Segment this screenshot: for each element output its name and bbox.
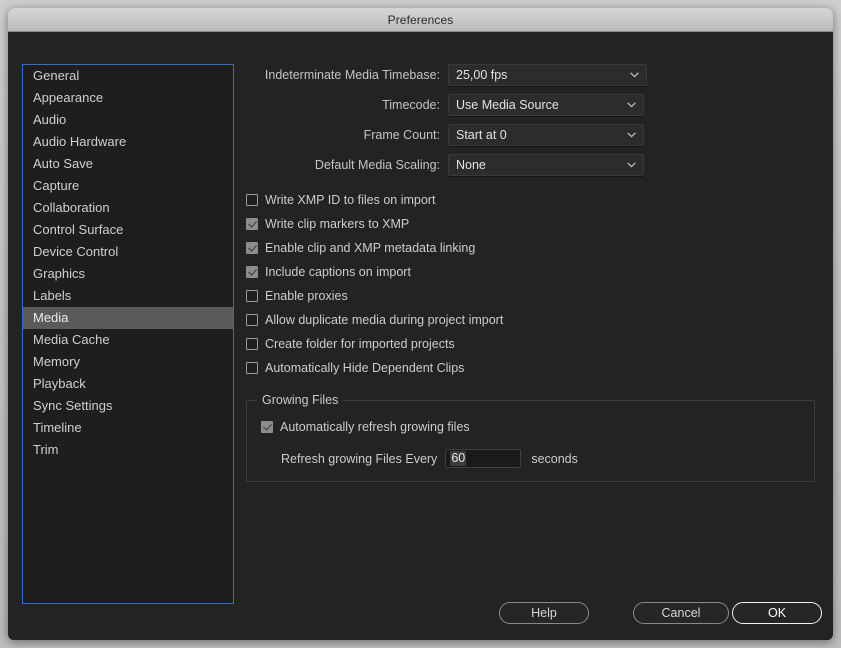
chevron-down-icon xyxy=(626,72,642,78)
checkbox-label: Create folder for imported projects xyxy=(265,337,455,351)
refresh-interval-unit: seconds xyxy=(531,451,578,466)
cancel-button[interactable]: Cancel xyxy=(633,602,729,624)
sidebar-item-trim[interactable]: Trim xyxy=(23,439,233,461)
checkbox-create-folder-for-imported-projects[interactable]: Create folder for imported projects xyxy=(246,332,821,356)
dropdown-timecode[interactable]: Use Media Source xyxy=(448,94,644,116)
sidebar-item-collaboration[interactable]: Collaboration xyxy=(23,197,233,219)
window-titlebar: Preferences xyxy=(8,8,833,32)
checkbox-box-icon xyxy=(246,314,258,326)
checkbox-box-icon xyxy=(246,242,258,254)
sidebar-item-control-surface[interactable]: Control Surface xyxy=(23,219,233,241)
dropdown-value: Use Media Source xyxy=(456,98,559,112)
checkbox-label: Include captions on import xyxy=(265,265,411,279)
checkbox-box-icon xyxy=(246,362,258,374)
checkbox-group: Write XMP ID to files on import Write cli… xyxy=(246,188,821,380)
sidebar-item-media-cache[interactable]: Media Cache xyxy=(23,329,233,351)
sidebar-item-playback[interactable]: Playback xyxy=(23,373,233,395)
chevron-down-icon xyxy=(623,162,639,168)
checkbox-label: Enable clip and XMP metadata linking xyxy=(265,241,476,255)
sidebar-item-audio[interactable]: Audio xyxy=(23,109,233,131)
refresh-interval-label: Refresh growing Files Every xyxy=(281,451,438,466)
growing-files-legend: Growing Files xyxy=(257,393,344,407)
window-title: Preferences xyxy=(387,12,454,27)
dropdown-value: 25,00 fps xyxy=(456,68,508,82)
dropdown-value: Start at 0 xyxy=(456,128,507,142)
checkbox-automatically-hide-dependent-clips[interactable]: Automatically Hide Dependent Clips xyxy=(246,356,821,380)
dropdown-indeterminate-media-timebase[interactable]: 25,00 fps xyxy=(448,64,647,86)
checkbox-write-xmp-id-to-files-on-import[interactable]: Write XMP ID to files on import xyxy=(246,188,821,212)
sidebar-item-graphics[interactable]: Graphics xyxy=(23,263,233,285)
growing-files-group: Growing Files Automatically refresh grow… xyxy=(246,393,815,482)
media-settings-pane: Indeterminate Media Timebase: 25,00 fps Ti… xyxy=(246,64,821,482)
dropdown-group: Indeterminate Media Timebase: 25,00 fps Ti… xyxy=(246,64,821,176)
chevron-down-icon xyxy=(623,102,639,108)
checkbox-box-icon xyxy=(246,338,258,350)
dropdown-row: Indeterminate Media Timebase: 25,00 fps xyxy=(246,64,821,86)
checkbox-allow-duplicate-media-during-project-import[interactable]: Allow duplicate media during project imp… xyxy=(246,308,821,332)
dropdown-row: Frame Count: Start at 0 xyxy=(246,124,821,146)
dropdown-label: Timecode: xyxy=(382,98,440,112)
ok-button[interactable]: OK xyxy=(732,602,822,624)
dropdown-value: None xyxy=(456,158,486,172)
checkbox-label: Write XMP ID to files on import xyxy=(265,193,436,207)
sidebar-item-memory[interactable]: Memory xyxy=(23,351,233,373)
growing-files-body: Automatically refresh growing files Refr… xyxy=(247,401,814,468)
window-content: General Appearance Audio Audio Hardware Auto… xyxy=(8,32,833,640)
checkbox-auto-refresh-growing-files[interactable]: Automatically refresh growing files xyxy=(261,415,814,439)
dropdown-label: Indeterminate Media Timebase: xyxy=(264,68,440,82)
checkbox-label: Automatically Hide Dependent Clips xyxy=(265,361,465,375)
sidebar-item-auto-save[interactable]: Auto Save xyxy=(23,153,233,175)
chevron-down-icon xyxy=(623,132,639,138)
sidebar-item-media[interactable]: Media xyxy=(23,307,233,329)
dropdown-label: Default Media Scaling: xyxy=(314,158,440,172)
refresh-interval-value: 60 xyxy=(450,451,467,466)
sidebar-item-sync-settings[interactable]: Sync Settings xyxy=(23,395,233,417)
sidebar-item-labels[interactable]: Labels xyxy=(23,285,233,307)
refresh-interval-input[interactable]: 60 xyxy=(445,449,522,468)
checkbox-label: Enable proxies xyxy=(265,289,348,303)
checkbox-box-icon xyxy=(246,194,258,206)
checkbox-write-clip-markers-to-xmp[interactable]: Write clip markers to XMP xyxy=(246,212,821,236)
checkbox-box-icon xyxy=(246,266,258,278)
sidebar-item-general[interactable]: General xyxy=(23,65,233,87)
sidebar-item-capture[interactable]: Capture xyxy=(23,175,233,197)
dropdown-default-media-scaling[interactable]: None xyxy=(448,154,644,176)
dialog-footer: Help Cancel OK xyxy=(8,602,833,630)
checkbox-box-icon xyxy=(246,218,258,230)
checkbox-box-icon xyxy=(246,290,258,302)
checkbox-box-icon xyxy=(261,421,273,433)
sidebar-item-audio-hardware[interactable]: Audio Hardware xyxy=(23,131,233,153)
sidebar-item-appearance[interactable]: Appearance xyxy=(23,87,233,109)
dropdown-row: Timecode: Use Media Source xyxy=(246,94,821,116)
dropdown-frame-count[interactable]: Start at 0 xyxy=(448,124,644,146)
checkbox-label: Write clip markers to XMP xyxy=(265,217,410,231)
dropdown-row: Default Media Scaling: None xyxy=(246,154,821,176)
preferences-window: Preferences General Appearance Audio Audio … xyxy=(8,8,833,640)
checkbox-enable-clip-and-xmp-metadata-linking[interactable]: Enable clip and XMP metadata linking xyxy=(246,236,821,260)
category-list[interactable]: General Appearance Audio Audio Hardware Auto… xyxy=(22,64,234,604)
sidebar-item-timeline[interactable]: Timeline xyxy=(23,417,233,439)
checkbox-include-captions-on-import[interactable]: Include captions on import xyxy=(246,260,821,284)
checkbox-label: Automatically refresh growing files xyxy=(280,420,470,434)
checkbox-enable-proxies[interactable]: Enable proxies xyxy=(246,284,821,308)
sidebar-item-device-control[interactable]: Device Control xyxy=(23,241,233,263)
checkbox-label: Allow duplicate media during project imp… xyxy=(265,313,504,327)
dropdown-label: Frame Count: xyxy=(363,128,440,142)
help-button[interactable]: Help xyxy=(499,602,589,624)
refresh-interval-row: Refresh growing Files Every 60 seconds xyxy=(261,449,814,468)
